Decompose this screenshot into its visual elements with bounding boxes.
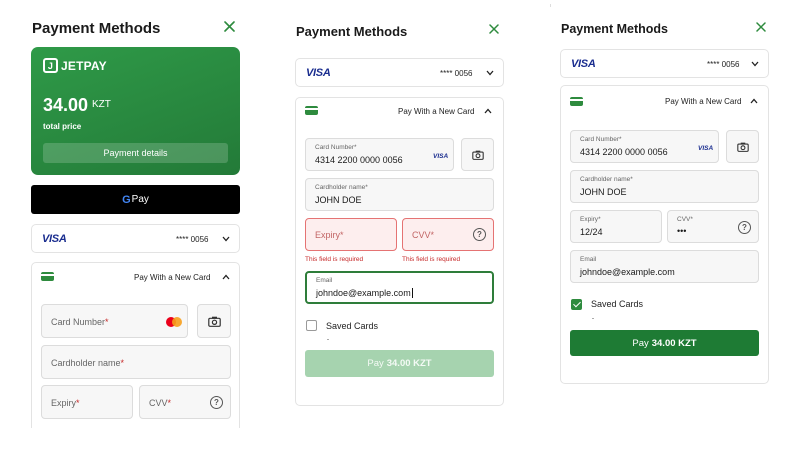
page-title: Payment Methods: [32, 20, 161, 37]
saved-cards-label[interactable]: Saved Cards: [591, 299, 643, 309]
new-card-label[interactable]: Pay With a New Card: [398, 107, 474, 116]
divider-mark: [327, 339, 329, 340]
cardholder-field[interactable]: Cardholder name*: [41, 345, 231, 379]
page-title: Payment Methods: [561, 22, 668, 36]
email-field[interactable]: Email johndoe@example.com: [305, 271, 494, 304]
close-icon[interactable]: [489, 24, 499, 34]
cvv-error: This field is required: [402, 256, 461, 263]
chevron-down-icon: [751, 61, 759, 67]
cardholder-value: JOHN DOE: [315, 195, 362, 205]
credit-card-icon: [570, 97, 583, 106]
card-number-field[interactable]: Card Number* 4314 2200 0000 0056 VISA: [305, 138, 454, 171]
saved-cards-checkbox[interactable]: [571, 299, 582, 310]
close-icon[interactable]: [224, 21, 235, 32]
help-icon[interactable]: ?: [473, 228, 486, 241]
chevron-up-icon[interactable]: [222, 274, 230, 280]
jetpay-logo-text: JETPAY: [61, 58, 107, 73]
google-pay-button[interactable]: G Pay: [31, 185, 240, 214]
scan-card-button[interactable]: [461, 138, 494, 171]
chevron-down-icon: [486, 70, 494, 76]
payment-panel-initial: Payment Methods J JETPAY 34.00 KZT total…: [31, 0, 243, 428]
visa-logo: VISA: [42, 233, 67, 245]
saved-cards-checkbox[interactable]: [306, 320, 317, 331]
total-price-label: total price: [43, 122, 82, 131]
jetpay-summary-card: J JETPAY 34.00 KZT total price Payment d…: [31, 47, 240, 175]
jetpay-logo-icon: J: [43, 58, 58, 73]
chevron-up-icon[interactable]: [750, 98, 758, 104]
divider-mark: [550, 4, 551, 7]
chevron-down-icon: [222, 236, 230, 242]
cvv-value: •••: [677, 226, 687, 236]
camera-icon: [736, 142, 749, 152]
cardholder-field[interactable]: Cardholder name* JOHN DOE: [305, 178, 494, 211]
cvv-field[interactable]: CVV* ?: [402, 218, 494, 251]
masked-card-number: **** 0056: [440, 69, 473, 78]
payment-panel-validation: Payment Methods VISA **** 0056 Pay With …: [295, 0, 505, 408]
visa-logo-small: VISA: [433, 153, 449, 160]
card-number-value: 4314 2200 0000 0056: [580, 147, 668, 157]
card-number-value: 4314 2200 0000 0056: [315, 155, 403, 165]
expiry-error: This field is required: [305, 256, 364, 263]
jetpay-logo: J JETPAY: [43, 58, 107, 73]
help-icon[interactable]: ?: [210, 396, 223, 409]
pay-button[interactable]: Pay 34.00 KZT: [305, 350, 494, 377]
divider-mark: [592, 318, 594, 319]
credit-card-icon: [41, 272, 54, 281]
payment-details-button[interactable]: Payment details: [43, 143, 228, 163]
new-card-section: Pay With a New Card Card Number* 4314 22…: [295, 97, 504, 406]
visa-logo: VISA: [571, 58, 596, 70]
pay-button[interactable]: Pay 34.00 KZT: [570, 330, 759, 356]
email-value: johndoe@example.com: [580, 267, 675, 277]
credit-card-icon: [305, 106, 318, 115]
camera-icon: [207, 316, 221, 327]
mastercard-icon: [166, 317, 182, 327]
camera-icon: [471, 150, 484, 160]
total-amount: 34.00: [43, 95, 89, 115]
masked-card-number: **** 0056: [176, 235, 209, 244]
new-card-label[interactable]: Pay With a New Card: [665, 97, 741, 106]
scan-card-button[interactable]: [726, 130, 759, 163]
gpay-label: Pay: [131, 194, 149, 205]
page-title: Payment Methods: [296, 24, 408, 39]
new-card-label[interactable]: Pay With a New Card: [134, 273, 210, 282]
cardholder-value: JOHN DOE: [580, 187, 627, 197]
email-field[interactable]: Email johndoe@example.com: [570, 250, 759, 283]
expiry-field[interactable]: Expiry*: [305, 218, 397, 251]
new-card-section: Pay With a New Card Card Number* 4314 22…: [560, 85, 769, 384]
visa-logo: VISA: [306, 67, 331, 79]
card-number-field[interactable]: Card Number*: [41, 304, 188, 338]
expiry-field[interactable]: Expiry* 12/24: [570, 210, 662, 243]
expiry-value: 12/24: [580, 227, 603, 237]
close-icon[interactable]: [756, 22, 766, 32]
email-value: johndoe@example.com: [316, 288, 413, 298]
saved-card-visa[interactable]: VISA **** 0056: [295, 58, 504, 87]
total-currency: KZT: [92, 99, 111, 110]
chevron-up-icon[interactable]: [484, 108, 492, 114]
new-card-section: Pay With a New Card Card Number* Cardhol…: [31, 262, 240, 428]
scan-card-button[interactable]: [197, 304, 231, 338]
saved-card-visa[interactable]: VISA **** 0056: [31, 224, 240, 253]
card-number-field[interactable]: Card Number* 4314 2200 0000 0056 VISA: [570, 130, 719, 163]
visa-logo-small: VISA: [698, 145, 714, 152]
cvv-field[interactable]: CVV* ••• ?: [667, 210, 759, 243]
help-icon[interactable]: ?: [738, 221, 751, 234]
saved-cards-label[interactable]: Saved Cards: [326, 321, 378, 331]
cardholder-field[interactable]: Cardholder name* JOHN DOE: [570, 170, 759, 203]
google-g-icon: G: [122, 193, 131, 206]
masked-card-number: **** 0056: [707, 60, 740, 69]
payment-panel-filled: Payment Methods VISA **** 0056 Pay With …: [560, 0, 772, 390]
saved-card-visa[interactable]: VISA **** 0056: [560, 49, 769, 78]
cvv-field[interactable]: CVV* ?: [139, 385, 231, 419]
expiry-field[interactable]: Expiry*: [41, 385, 133, 419]
